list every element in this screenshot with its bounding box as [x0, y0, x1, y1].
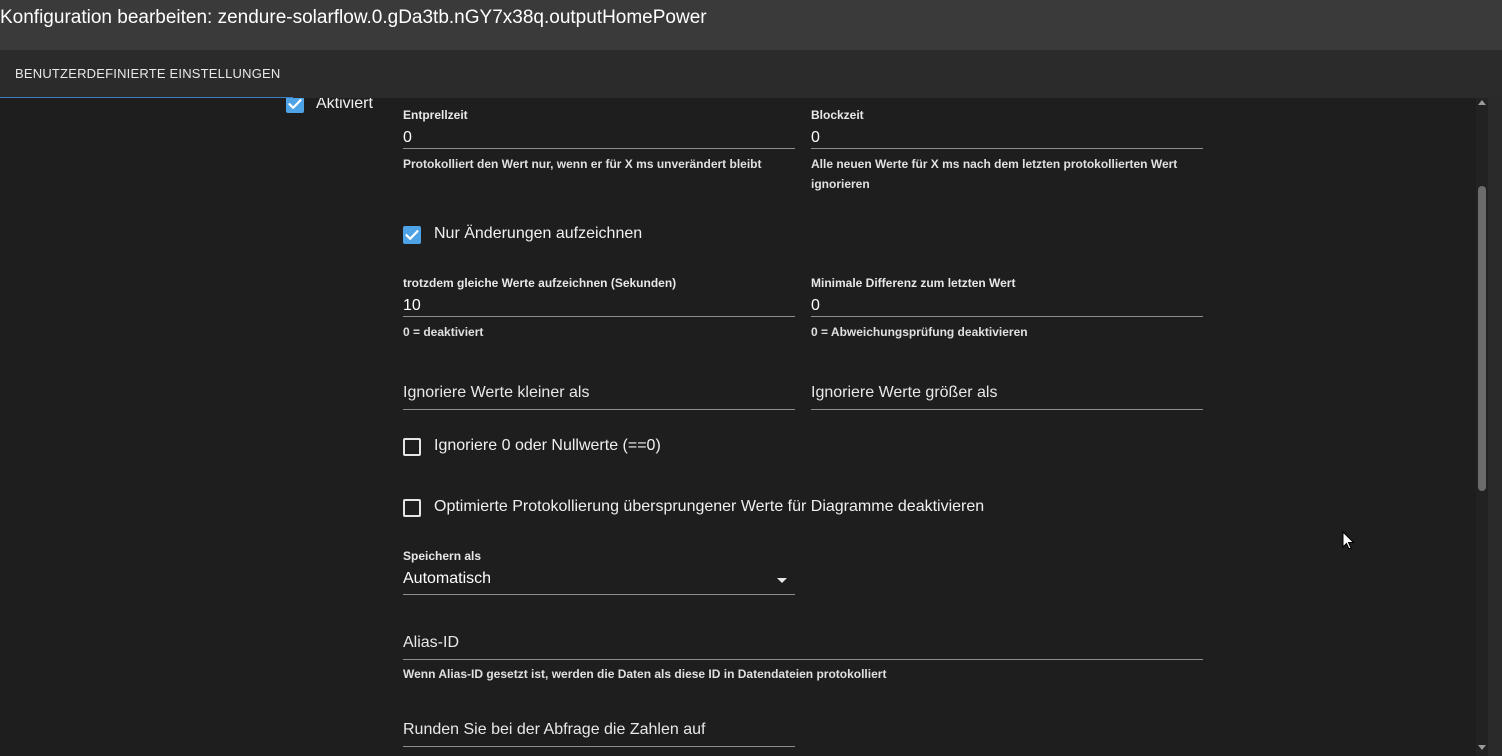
blocktime-label: Blockzeit — [811, 108, 864, 122]
blocktime-helper: Alle neuen Werte für X ms nach dem letzt… — [811, 157, 1178, 191]
min-delta-label: Minimale Differenz zum letzten Wert — [811, 276, 1016, 290]
debounce-label: Entprellzeit — [403, 108, 468, 122]
tab-bar: BENUTZERDEFINIERTE EINSTELLUNGEN — [0, 50, 1487, 99]
min-delta-underline — [811, 316, 1203, 317]
store-as-value: Automatisch — [403, 570, 492, 587]
changes-relog-helper: 0 = deaktiviert — [403, 325, 484, 339]
round-label: Runden Sie bei der Abfrage die Zahlen au… — [403, 721, 706, 738]
tabbar-right-strip — [1487, 50, 1502, 98]
changes-relog-field: trotzdem gleiche Werte aufzeichnen (Seku… — [403, 276, 795, 346]
check-icon — [288, 99, 302, 109]
changes-relog-underline — [403, 316, 795, 317]
min-delta-helper: 0 = Abweichungsprüfung deaktivieren — [811, 325, 1028, 339]
check-icon — [405, 230, 419, 240]
alias-id-label: Alias-ID — [403, 634, 460, 651]
ignore-zero-checkbox[interactable] — [403, 438, 421, 456]
alias-id-field[interactable]: Alias-ID Wenn Alias-ID gesetzt ist, werd… — [403, 613, 1203, 683]
ignore-below-underline — [403, 409, 795, 410]
settings-panel: Aktiviert Entprellzeit Protokolliert den… — [0, 98, 1476, 756]
dialog-titlebar: Konfiguration bearbeiten: zendure-solarf… — [0, 0, 1502, 50]
tab-custom-settings-label: BENUTZERDEFINIERTE EINSTELLUNGEN — [15, 66, 281, 81]
round-field[interactable]: Runden Sie bei der Abfrage die Zahlen au… — [403, 700, 795, 748]
debounce-underline — [403, 148, 795, 149]
enabled-label: Aktiviert — [316, 98, 373, 112]
changes-only-label: Nur Änderungen aufzeichnen — [434, 225, 643, 242]
ignore-above-field[interactable]: Ignoriere Werte größer als — [811, 363, 1203, 411]
debounce-field: Entprellzeit Protokolliert den Wert nur,… — [403, 108, 795, 188]
ignore-zero-label: Ignoriere 0 oder Nullwerte (==0) — [434, 437, 661, 454]
store-as-underline — [403, 594, 795, 595]
mouse-cursor-icon — [1342, 530, 1356, 556]
debounce-helper: Protokolliert den Wert nur, wenn er für … — [403, 157, 762, 171]
dropdown-arrow-icon — [777, 578, 787, 583]
blocktime-field: Blockzeit Alle neuen Werte für X ms nach… — [811, 108, 1203, 208]
scrollbar-thumb[interactable] — [1478, 186, 1486, 491]
changes-only-checkbox[interactable] — [403, 226, 421, 244]
ignore-above-underline — [811, 409, 1203, 410]
changes-relog-label: trotzdem gleiche Werte aufzeichnen (Seku… — [403, 276, 677, 290]
round-underline — [403, 746, 795, 747]
ignore-below-label: Ignoriere Werte kleiner als — [403, 384, 590, 401]
changes-relog-input[interactable] — [403, 297, 795, 315]
disable-skipped-checkbox[interactable] — [403, 499, 421, 517]
vertical-scrollbar[interactable] — [1476, 98, 1488, 756]
right-edge-strip — [1488, 98, 1502, 756]
blocktime-input[interactable] — [811, 129, 1203, 147]
min-delta-input[interactable] — [811, 297, 1203, 315]
tab-custom-settings[interactable]: BENUTZERDEFINIERTE EINSTELLUNGEN — [0, 50, 293, 99]
scroll-down-arrow-icon[interactable] — [1478, 745, 1486, 750]
blocktime-underline — [811, 148, 1203, 149]
ignore-above-label: Ignoriere Werte größer als — [811, 384, 998, 401]
dialog-title: Konfiguration bearbeiten: zendure-solarf… — [0, 7, 707, 28]
debounce-input[interactable] — [403, 129, 795, 147]
disable-skipped-label: Optimierte Protokollierung übersprungene… — [434, 498, 985, 515]
ignore-below-field[interactable]: Ignoriere Werte kleiner als — [403, 363, 795, 411]
alias-id-underline — [403, 659, 1203, 660]
store-as-select[interactable]: Speichern als Automatisch — [403, 549, 795, 597]
enabled-checkbox[interactable] — [286, 98, 304, 113]
scroll-up-arrow-icon[interactable] — [1478, 100, 1486, 105]
store-as-label: Speichern als — [403, 549, 482, 563]
alias-id-helper: Wenn Alias-ID gesetzt ist, werden die Da… — [403, 667, 887, 681]
min-delta-field: Minimale Differenz zum letzten Wert 0 = … — [811, 276, 1203, 346]
